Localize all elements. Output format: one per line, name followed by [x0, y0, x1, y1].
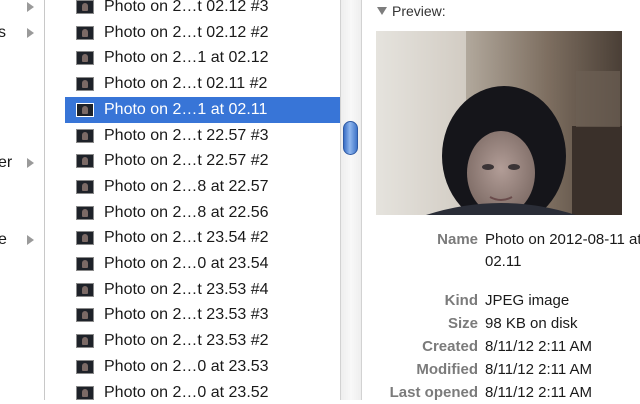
info-row-created: Created 8/11/12 2:11 AM — [363, 336, 640, 358]
file-row[interactable]: Photo on 2…t 23.53 #4 — [45, 277, 340, 303]
preview-header[interactable]: Preview: — [377, 2, 446, 20]
disclosure-arrow-icon — [27, 2, 34, 12]
photo-file-icon — [76, 308, 94, 322]
sidebar-item-label: e — [0, 231, 7, 248]
file-row[interactable]: Photo on 2…t 23.53 #3 — [45, 302, 340, 328]
info-value: 98 KB on disk — [485, 315, 578, 332]
disclosure-arrow-icon — [27, 28, 34, 38]
photo-file-icon — [76, 51, 94, 65]
photo-file-icon — [76, 0, 94, 14]
preview-thumbnail — [376, 31, 622, 215]
file-row[interactable]: Photo on 2…8 at 22.56 — [45, 200, 340, 226]
scrollbar-thumb[interactable] — [343, 121, 358, 155]
preview-pane: Preview: Name Photo on 2012-08-11 at 02.… — [363, 0, 640, 401]
sidebar-item-label: er — [0, 154, 13, 171]
info-row-name: Name Photo on 2012-08-11 at 02.11 — [363, 229, 640, 293]
scrollbar-track[interactable] — [340, 0, 362, 400]
sidebar-item-2[interactable]: s — [0, 23, 44, 43]
info-label: Name — [437, 231, 478, 248]
webcam-photo-image — [376, 31, 622, 215]
file-row[interactable]: Photo on 2…t 23.54 #2 — [45, 225, 340, 251]
photo-file-icon — [76, 360, 94, 374]
file-row[interactable]: Photo on 2…t 02.11 #2 — [45, 71, 340, 97]
file-name: Photo on 2…t 23.53 #3 — [104, 306, 269, 323]
file-row[interactable]: Photo on 2…t 23.53 #2 — [45, 328, 340, 354]
sidebar-column: s er e — [0, 0, 44, 400]
info-label: Modified — [416, 361, 478, 378]
file-name: Photo on 2…t 23.53 #4 — [104, 281, 269, 298]
photo-file-icon — [76, 257, 94, 271]
file-name: Photo on 2…1 at 02.12 — [104, 49, 269, 66]
info-row-size: Size 98 KB on disk — [363, 313, 640, 335]
file-row[interactable]: Photo on 2…0 at 23.53 — [45, 354, 340, 380]
info-value: JPEG image — [485, 292, 570, 309]
file-name: Photo on 2…8 at 22.57 — [104, 178, 269, 195]
photo-file-icon — [76, 77, 94, 91]
info-row-last-opened: Last opened 8/11/12 2:11 AM — [363, 382, 640, 404]
info-row-modified: Modified 8/11/12 2:11 AM — [363, 359, 640, 381]
photo-file-icon — [76, 334, 94, 348]
file-name: Photo on 2…t 02.12 #3 — [104, 0, 269, 15]
disclosure-arrow-icon — [27, 158, 34, 168]
photo-file-icon — [76, 180, 94, 194]
file-name: Photo on 2…t 22.57 #3 — [104, 127, 269, 144]
photo-file-icon — [76, 154, 94, 168]
file-row[interactable]: Photo on 2…0 at 23.52 — [45, 380, 340, 400]
file-name: Photo on 2…t 22.57 #2 — [104, 152, 269, 169]
file-name: Photo on 2…0 at 23.52 — [104, 384, 269, 400]
info-row-kind: Kind JPEG image — [363, 290, 640, 312]
photo-file-icon — [76, 26, 94, 40]
info-value: 8/11/12 2:11 AM — [485, 361, 593, 378]
photo-file-icon — [76, 206, 94, 220]
info-label: Size — [447, 315, 478, 332]
file-row[interactable]: Photo on 2…t 02.12 #2 — [45, 20, 340, 46]
photo-file-icon — [76, 283, 94, 297]
photo-file-icon — [76, 129, 94, 143]
info-value: 8/11/12 2:11 AM — [485, 384, 593, 401]
file-name: Photo on 2…8 at 22.56 — [104, 204, 269, 221]
photo-file-icon — [76, 103, 94, 117]
file-name: Photo on 2…0 at 23.53 — [104, 358, 269, 375]
file-name: Photo on 2…t 23.53 #2 — [104, 332, 269, 349]
sidebar-item-label: s — [0, 24, 6, 41]
file-name: Photo on 2…1 at 02.11 — [104, 101, 268, 118]
file-row[interactable]: Photo on 2…t 02.12 #3 — [45, 0, 340, 20]
file-row[interactable]: Photo on 2…8 at 22.57 — [45, 174, 340, 200]
file-row[interactable]: Photo on 2…0 at 23.54 — [45, 251, 340, 277]
preview-heading-label: Preview: — [392, 3, 446, 19]
file-name: Photo on 2…0 at 23.54 — [104, 255, 269, 272]
disclosure-triangle-icon[interactable] — [377, 7, 387, 16]
info-label: Created — [422, 338, 478, 355]
sidebar-item-1[interactable] — [0, 0, 44, 17]
file-name: Photo on 2…t 02.11 #2 — [104, 75, 268, 92]
file-row[interactable]: Photo on 2…t 22.57 #3 — [45, 123, 340, 149]
photo-file-icon — [76, 231, 94, 245]
sidebar-item-4[interactable]: e — [0, 230, 44, 250]
file-list-column: Photo on 2…t 02.12 #3 Photo on 2…t 02.12 … — [45, 0, 340, 400]
info-label: Kind — [444, 292, 478, 309]
photo-file-icon — [76, 386, 94, 400]
file-row-selected[interactable]: Photo on 2…1 at 02.11 — [45, 97, 340, 123]
file-row[interactable]: Photo on 2…t 22.57 #2 — [45, 148, 340, 174]
file-row[interactable]: Photo on 2…1 at 02.12 — [45, 45, 340, 71]
info-value: 8/11/12 2:11 AM — [485, 338, 593, 355]
info-value: Photo on 2012-08-11 at 02.11 — [485, 231, 640, 270]
file-name: Photo on 2…t 02.12 #2 — [104, 24, 269, 41]
sidebar-item-3[interactable]: er — [0, 153, 44, 173]
file-name: Photo on 2…t 23.54 #2 — [104, 229, 269, 246]
disclosure-arrow-icon — [27, 235, 34, 245]
info-label: Last opened — [389, 384, 478, 401]
